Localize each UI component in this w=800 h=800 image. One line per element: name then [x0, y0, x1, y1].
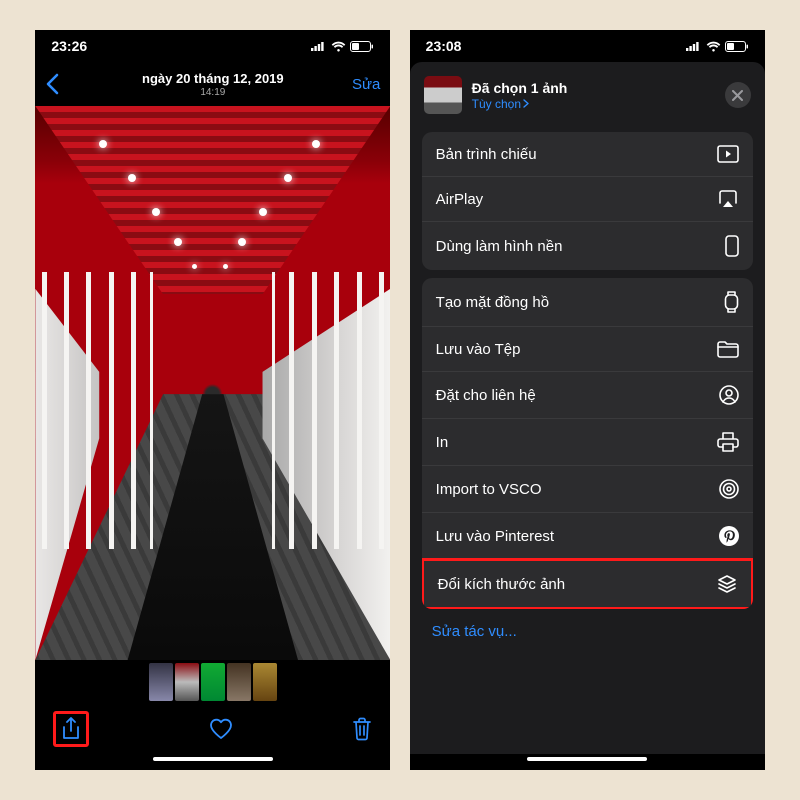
close-button[interactable]	[725, 82, 751, 108]
action-label: Lưu vào Tệp	[436, 341, 521, 358]
action-row-phone-frame[interactable]: Dùng làm hình nền	[422, 221, 753, 270]
action-label: Lưu vào Pinterest	[436, 528, 554, 545]
selected-count: Đã chọn 1 ảnh	[472, 80, 568, 96]
status-time: 23:08	[426, 38, 462, 54]
watch-icon	[724, 291, 739, 313]
action-group-2: Tạo mặt đồng hồ Lưu vào Tệp Đặt cho liên h…	[422, 278, 753, 609]
sheet-header: Đã chọn 1 ảnh Tùy chọn	[410, 62, 765, 124]
nav-date: ngày 20 tháng 12, 2019	[35, 71, 390, 86]
nav-time: 14:19	[35, 87, 390, 98]
action-row-vsco[interactable]: Import to VSCO	[422, 465, 753, 512]
status-bar: 23:26	[35, 30, 390, 62]
options-button[interactable]: Tùy chọn	[472, 97, 568, 111]
action-row-airplay[interactable]: AirPlay	[422, 176, 753, 221]
share-button[interactable]	[53, 711, 89, 747]
contact-icon	[719, 385, 739, 405]
favorite-button[interactable]	[209, 718, 233, 740]
action-row-contact[interactable]: Đặt cho liên hệ	[422, 371, 753, 418]
thumbnail-strip[interactable]	[35, 660, 390, 704]
action-label: In	[436, 434, 449, 451]
action-label: Dùng làm hình nền	[436, 238, 563, 255]
phone-right: 23:08 Đã chọn 1 ảnh Tùy chọn	[410, 30, 765, 770]
share-sheet: Đã chọn 1 ảnh Tùy chọn Bản trình chiếu Ai…	[410, 62, 765, 754]
action-group-1: Bản trình chiếu AirPlay Dùng làm hình nền	[422, 132, 753, 270]
action-row-print[interactable]: In	[422, 418, 753, 465]
selected-thumbnail	[424, 76, 462, 114]
cellular-icon	[311, 41, 327, 51]
action-row-pinterest[interactable]: Lưu vào Pinterest	[422, 512, 753, 559]
slideshow-icon	[717, 145, 739, 163]
back-button[interactable]	[45, 73, 59, 95]
status-bar: 23:08	[410, 30, 765, 62]
battery-icon	[350, 41, 374, 52]
print-icon	[717, 432, 739, 452]
pinterest-icon	[719, 526, 739, 546]
battery-icon	[725, 41, 749, 52]
chevron-right-icon	[523, 99, 529, 108]
nav-bar: ngày 20 tháng 12, 2019 14:19 Sửa	[35, 62, 390, 106]
photo-viewer[interactable]	[35, 106, 390, 660]
action-row-watch[interactable]: Tạo mặt đồng hồ	[422, 278, 753, 326]
edit-actions-button[interactable]: Sửa tác vụ...	[410, 609, 765, 654]
wifi-icon	[706, 41, 721, 52]
home-indicator	[410, 754, 765, 770]
status-time: 23:26	[51, 38, 87, 54]
delete-button[interactable]	[352, 717, 372, 741]
status-icons	[686, 41, 749, 52]
edit-button[interactable]: Sửa	[352, 76, 380, 93]
action-label: Đặt cho liên hệ	[436, 387, 536, 404]
vsco-icon	[719, 479, 739, 499]
phone-left: 23:26 ngày 20 tháng 12, 2019 14:19 Sửa	[35, 30, 390, 770]
action-label: Đổi kích thước ảnh	[438, 576, 565, 593]
airplay-icon	[717, 190, 739, 208]
close-icon	[732, 90, 743, 101]
folder-icon	[717, 340, 739, 358]
action-label: Import to VSCO	[436, 481, 542, 498]
bottom-toolbar	[35, 704, 390, 754]
status-icons	[311, 41, 374, 52]
action-row-resize[interactable]: Đổi kích thước ảnh	[422, 558, 753, 609]
home-indicator	[35, 754, 390, 770]
wifi-icon	[331, 41, 346, 52]
action-label: AirPlay	[436, 191, 484, 208]
action-row-slideshow[interactable]: Bản trình chiếu	[422, 132, 753, 176]
nav-title: ngày 20 tháng 12, 2019 14:19	[35, 71, 390, 98]
resize-icon	[717, 574, 737, 594]
action-label: Tạo mặt đồng hồ	[436, 294, 549, 311]
action-row-folder[interactable]: Lưu vào Tệp	[422, 326, 753, 371]
phone-frame-icon	[725, 235, 739, 257]
cellular-icon	[686, 41, 702, 51]
action-label: Bản trình chiếu	[436, 146, 537, 163]
